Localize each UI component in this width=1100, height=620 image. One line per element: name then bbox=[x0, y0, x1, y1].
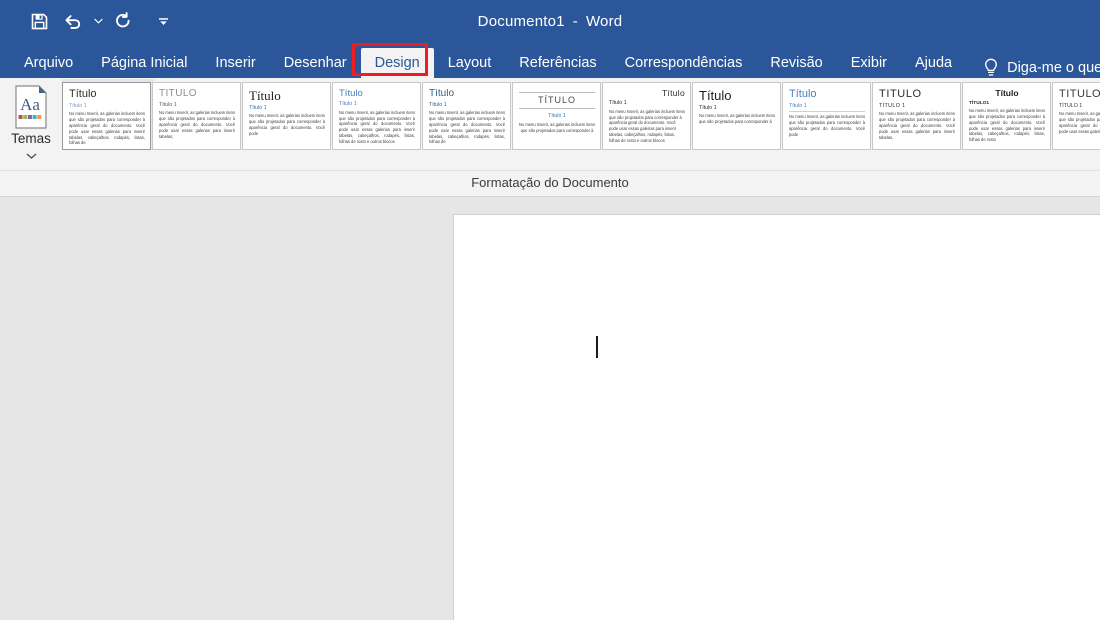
ribbon-tab-bar: Arquivo Página Inicial Inserir Desenhar … bbox=[0, 42, 1100, 78]
style-body: No menu Inserir, as galerias incluem ite… bbox=[249, 113, 325, 136]
style-subtitle: Título 1 bbox=[609, 99, 627, 106]
document-page[interactable] bbox=[453, 214, 1100, 620]
style-subtitle: Título 1 bbox=[429, 101, 447, 108]
style-set-thumbnail[interactable]: TÍTULO TÍTULO 1 No menu Inserir, as gale… bbox=[872, 82, 961, 150]
style-title: TÍTULO bbox=[519, 92, 595, 110]
themes-button[interactable]: Aa Temas bbox=[0, 78, 62, 162]
customize-qat-button[interactable] bbox=[150, 7, 176, 35]
tab-revisao[interactable]: Revisão bbox=[756, 48, 836, 78]
tab-pagina-inicial[interactable]: Página Inicial bbox=[87, 48, 201, 78]
redo-button[interactable] bbox=[106, 7, 140, 35]
style-set-gallery[interactable]: Título Título 1 No menu Inserir, as gale… bbox=[62, 78, 1100, 150]
style-subtitle: Título 1 bbox=[699, 104, 717, 111]
style-subtitle: TÍTULO 1 bbox=[879, 102, 906, 109]
style-body: No menu Inserir, as galerias incluem ite… bbox=[69, 111, 145, 146]
style-body: No menu Inserir, as galerias incluem ite… bbox=[429, 110, 505, 145]
word-application-window: Documento1 - Word Arquivo Página Inicial… bbox=[0, 0, 1100, 620]
style-set-thumbnail[interactable]: TÍTULO Título 1 No menu Inserir, as gale… bbox=[512, 82, 601, 150]
document-canvas[interactable] bbox=[0, 197, 1100, 620]
themes-label: Temas bbox=[11, 131, 51, 146]
style-title: Título bbox=[69, 89, 97, 100]
style-title: Título bbox=[789, 89, 817, 100]
text-cursor bbox=[596, 336, 598, 358]
style-subtitle: TÍTULO1 bbox=[969, 100, 989, 106]
tab-exibir[interactable]: Exibir bbox=[837, 48, 901, 78]
style-body: No menu Inserir, as galerias incluem ite… bbox=[699, 113, 775, 125]
style-body: No menu Inserir, as galerias incluem ite… bbox=[159, 110, 235, 139]
style-set-thumbnail[interactable]: TÍTULO TÍTULO 1 No menu Inserir, as gale… bbox=[1052, 82, 1100, 150]
save-button[interactable] bbox=[22, 7, 56, 35]
tab-referencias[interactable]: Referências bbox=[505, 48, 610, 78]
style-body: No menu Inserir, as galerias incluem ite… bbox=[339, 109, 415, 144]
quick-access-toolbar bbox=[0, 7, 176, 35]
title-bar: Documento1 - Word bbox=[0, 0, 1100, 42]
group-label-formatacao-documento: Formatação do Documento bbox=[471, 175, 629, 190]
themes-chevron-down-icon[interactable] bbox=[26, 152, 37, 162]
style-subtitle: Título 1 bbox=[548, 113, 566, 120]
undo-dropdown-chevron-down-icon[interactable] bbox=[90, 7, 106, 35]
style-body: No menu Inserir, as galerias incluem ite… bbox=[1059, 111, 1100, 134]
style-body: No menu Inserir, as galerias incluem ite… bbox=[879, 111, 955, 140]
tab-desenhar[interactable]: Desenhar bbox=[270, 48, 361, 78]
lightbulb-icon bbox=[982, 58, 1000, 78]
themes-icon: Aa bbox=[9, 84, 53, 130]
style-body: No menu Inserir, as galerias incluem ite… bbox=[609, 108, 685, 143]
svg-text:Aa: Aa bbox=[20, 95, 40, 114]
ribbon-design-panel: Aa Temas Título Título 1 No menu Inserir… bbox=[0, 78, 1100, 197]
style-set-thumbnail[interactable]: TÍTULO Título 1 No menu Inserir, as gale… bbox=[152, 82, 241, 150]
style-set-thumbnail[interactable]: Título Título 1 No menu Inserir, as gale… bbox=[242, 82, 331, 150]
style-set-thumbnail[interactable]: Título Título 1 No menu Inserir, as gale… bbox=[782, 82, 871, 150]
style-title: Título bbox=[249, 89, 281, 103]
style-subtitle: Título 1 bbox=[339, 100, 357, 107]
style-body: No menu Inserir, as galerias incluem ite… bbox=[789, 114, 865, 137]
style-set-thumbnail[interactable]: Título Título 1 No menu Inserir, as gale… bbox=[62, 79, 154, 150]
style-subtitle: Título 1 bbox=[159, 101, 177, 108]
undo-button[interactable] bbox=[56, 7, 90, 35]
style-set-thumbnail[interactable]: Título TÍTULO1 No menu Inserir, as galer… bbox=[962, 82, 1051, 150]
style-set-thumbnail[interactable]: Título Título 1 No menu Inserir, as gale… bbox=[422, 82, 511, 150]
style-subtitle: Título 1 bbox=[69, 102, 87, 109]
tab-arquivo[interactable]: Arquivo bbox=[10, 48, 87, 78]
style-body: No menu Inserir, as galerias incluem ite… bbox=[969, 108, 1045, 143]
tell-me-label: Diga-me o que bbox=[1007, 60, 1100, 76]
tab-correspondencias[interactable]: Correspondências bbox=[611, 48, 757, 78]
style-title: Título bbox=[995, 89, 1019, 98]
tab-design[interactable]: Design bbox=[360, 48, 434, 78]
style-title: Título bbox=[339, 89, 363, 99]
ribbon-group-footer: Formatação do Documento bbox=[0, 170, 1100, 195]
style-subtitle: TÍTULO 1 bbox=[1059, 102, 1083, 109]
style-title: TÍTULO bbox=[1059, 89, 1100, 100]
document-name: Documento1 bbox=[477, 12, 565, 30]
title-separator: - bbox=[572, 12, 578, 30]
style-title: Título bbox=[699, 89, 732, 103]
style-title: TÍTULO bbox=[159, 89, 197, 99]
style-title: TÍTULO bbox=[879, 89, 922, 100]
app-name: Word bbox=[585, 12, 623, 30]
style-body: No menu Inserir, as galerias incluem ite… bbox=[519, 122, 595, 134]
tab-inserir[interactable]: Inserir bbox=[201, 48, 269, 78]
style-title: Título bbox=[661, 89, 685, 98]
tab-ajuda[interactable]: Ajuda bbox=[901, 48, 966, 78]
style-set-thumbnail[interactable]: Título Título 1 No menu Inserir, as gale… bbox=[602, 82, 691, 150]
tell-me-search[interactable]: Diga-me o que bbox=[982, 58, 1100, 78]
style-subtitle: Título 1 bbox=[789, 103, 865, 113]
style-subtitle: Título 1 bbox=[249, 104, 267, 111]
style-title: Título bbox=[429, 89, 455, 99]
tab-layout[interactable]: Layout bbox=[434, 48, 506, 78]
style-set-thumbnail[interactable]: Título Título 1 No menu Inserir, as gale… bbox=[692, 82, 781, 150]
style-set-thumbnail[interactable]: Título Título 1 No menu Inserir, as gale… bbox=[332, 82, 421, 150]
